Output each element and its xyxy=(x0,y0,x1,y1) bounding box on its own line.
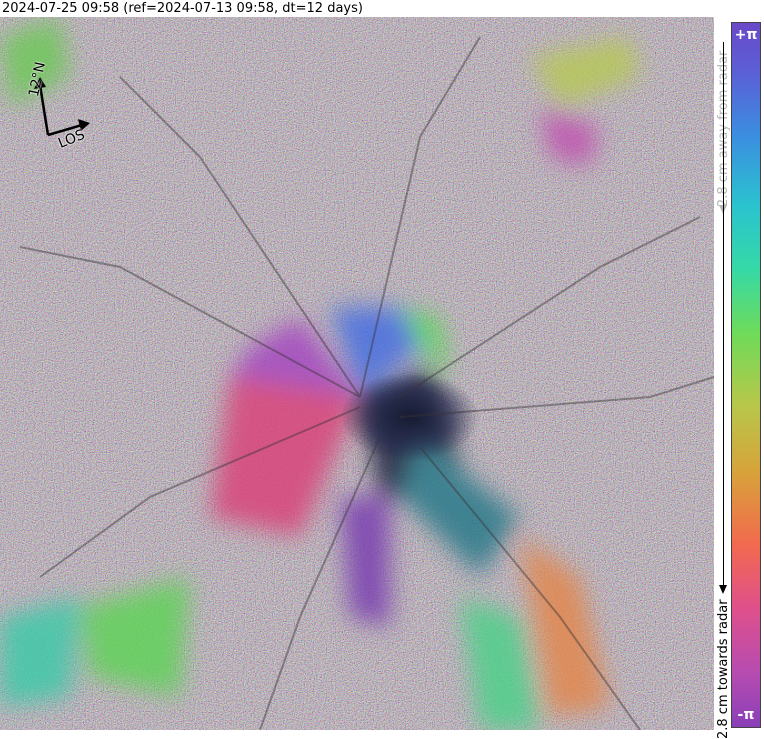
towards-arrow-line xyxy=(723,42,724,587)
towards-radar-label: 2.8 cm towards radar xyxy=(716,599,731,739)
phase-colorbar-panel: 2.8 cm away from radar 2.8 cm towards ra… xyxy=(714,17,764,739)
colorbar-bottom-symbol: -π xyxy=(737,707,755,723)
image-title: 2024-07-25 09:58 (ref=2024-07-13 09:58, … xyxy=(2,1,363,16)
phase-colorbar: +π -π xyxy=(731,22,761,728)
interferogram-map: 12°N LOS xyxy=(0,17,714,730)
interferogram-image xyxy=(0,17,714,730)
compass-indicator: 12°N LOS xyxy=(20,60,100,167)
colorbar-top-symbol: +π xyxy=(734,27,758,43)
towards-arrow-icon xyxy=(719,585,727,594)
